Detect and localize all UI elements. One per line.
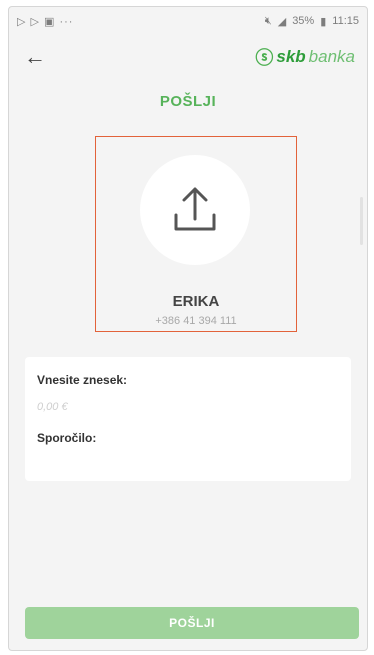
recipient-selection-frame[interactable]: ERIKA +386 41 394 111 — [95, 136, 297, 332]
amount-label: Vnesite znesek: — [37, 373, 128, 387]
signal-icon: ◢ — [277, 15, 287, 28]
payment-form-card: Vnesite znesek: 0,00 € Sporočilo: — [25, 357, 351, 481]
battery-icon: ▮ — [320, 15, 327, 28]
send-button[interactable]: POŠLJI — [25, 607, 359, 639]
amount-input[interactable]: 0,00 € — [37, 401, 68, 413]
page-title: POŠLJI — [159, 93, 217, 110]
recipient-name: ERIKA — [172, 293, 220, 310]
recipient-avatar[interactable] — [140, 155, 250, 265]
logo-mark-icon: ⓢ — [255, 48, 274, 68]
mute-icon: 🔇︎ — [264, 14, 272, 27]
scroll-indicator — [360, 197, 363, 245]
clock: 11:15 — [332, 15, 359, 27]
upload-icon — [174, 187, 216, 231]
phone-screen: ▷ ▷ ▣ ··· 🔇︎ ◢ 35% ▮ 11:15 ← ⓢ skb banka … — [8, 6, 368, 651]
logo-banka-text: banka — [308, 47, 355, 66]
message-label: Sporočilo: — [37, 431, 97, 445]
battery-percent: 35% — [292, 15, 315, 27]
status-system-icons: 🔇︎ ◢ 35% ▮ 11:15 — [265, 15, 359, 28]
notification-icons: ▷ ▷ ▣ ··· — [17, 15, 74, 28]
status-bar: ▷ ▷ ▣ ··· 🔇︎ ◢ 35% ▮ 11:15 — [9, 7, 367, 35]
recipient-phone: +386 41 394 111 — [155, 315, 237, 327]
skb-banka-logo: ⓢ skb banka — [255, 44, 355, 70]
app-header: ← ⓢ skb banka — [9, 35, 367, 79]
status-notification-icons: ▷ ▷ ▣ ··· — [17, 15, 73, 28]
back-arrow-icon[interactable]: ← — [21, 43, 49, 71]
logo-skb-text: skb — [276, 47, 306, 66]
message-input[interactable] — [37, 451, 337, 473]
